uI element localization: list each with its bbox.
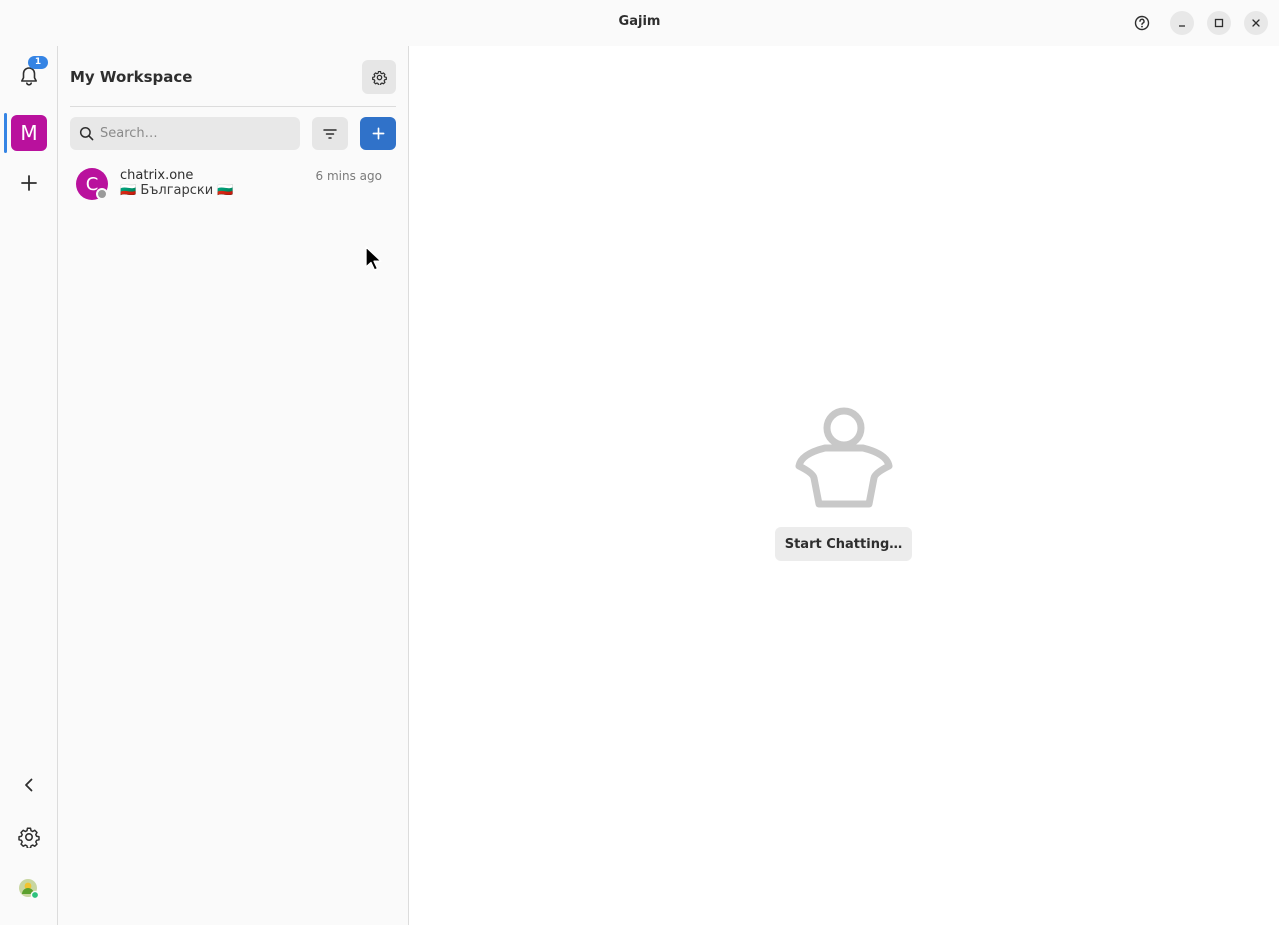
title-bar: Gajim	[0, 0, 1279, 46]
maximize-icon	[1214, 18, 1224, 28]
user-placeholder-icon	[795, 407, 893, 508]
close-button[interactable]	[1244, 11, 1268, 35]
chat-timestamp: 6 mins ago	[315, 169, 382, 183]
notification-badge: 1	[28, 56, 48, 69]
presence-indicator	[96, 188, 108, 200]
maximize-button[interactable]	[1207, 11, 1231, 35]
add-workspace-button[interactable]	[11, 165, 47, 201]
chat-list-item[interactable]: C chatrix.one 6 mins ago 🇧🇬 Български 🇧🇬	[70, 164, 396, 206]
workspace-avatar[interactable]: M	[11, 115, 47, 151]
chat-name: chatrix.one	[120, 168, 194, 183]
minimize-button[interactable]	[1170, 11, 1194, 35]
plus-icon	[372, 127, 384, 140]
chat-view-placeholder: Start Chatting…	[409, 46, 1279, 925]
active-workspace-indicator	[4, 113, 7, 153]
account-avatar-icon	[19, 879, 40, 900]
gear-icon	[18, 827, 40, 848]
header-divider	[70, 106, 396, 107]
chat-list-panel: My Workspace C chatrix.one 6 mins ago 🇧🇬…	[58, 46, 409, 925]
mouse-pointer-icon	[365, 246, 382, 271]
help-circle-icon	[1134, 15, 1150, 31]
chat-last-message: 🇧🇬 Български 🇧🇬	[120, 183, 234, 198]
start-chat-button[interactable]	[360, 117, 396, 150]
notifications-button[interactable]: 1	[11, 56, 48, 94]
window-title: Gajim	[618, 14, 661, 29]
minimize-icon	[1179, 25, 1185, 27]
filter-icon	[323, 128, 337, 139]
gear-icon	[371, 70, 387, 85]
search-box[interactable]	[70, 117, 300, 150]
plus-icon	[21, 175, 37, 191]
workspace-title: My Workspace	[70, 68, 193, 86]
account-status-button[interactable]	[11, 871, 47, 907]
search-icon	[79, 126, 94, 141]
preferences-button[interactable]	[11, 819, 47, 855]
workspace-rail: 1 M	[0, 46, 58, 925]
close-icon	[1252, 19, 1260, 27]
workspace-settings-button[interactable]	[362, 60, 396, 94]
filter-button[interactable]	[312, 117, 348, 150]
help-button[interactable]	[1130, 11, 1154, 35]
start-chatting-button[interactable]: Start Chatting…	[775, 527, 912, 561]
search-input[interactable]	[100, 126, 290, 141]
collapse-sidebar-button[interactable]	[11, 767, 47, 803]
chevron-left-icon	[25, 778, 33, 792]
